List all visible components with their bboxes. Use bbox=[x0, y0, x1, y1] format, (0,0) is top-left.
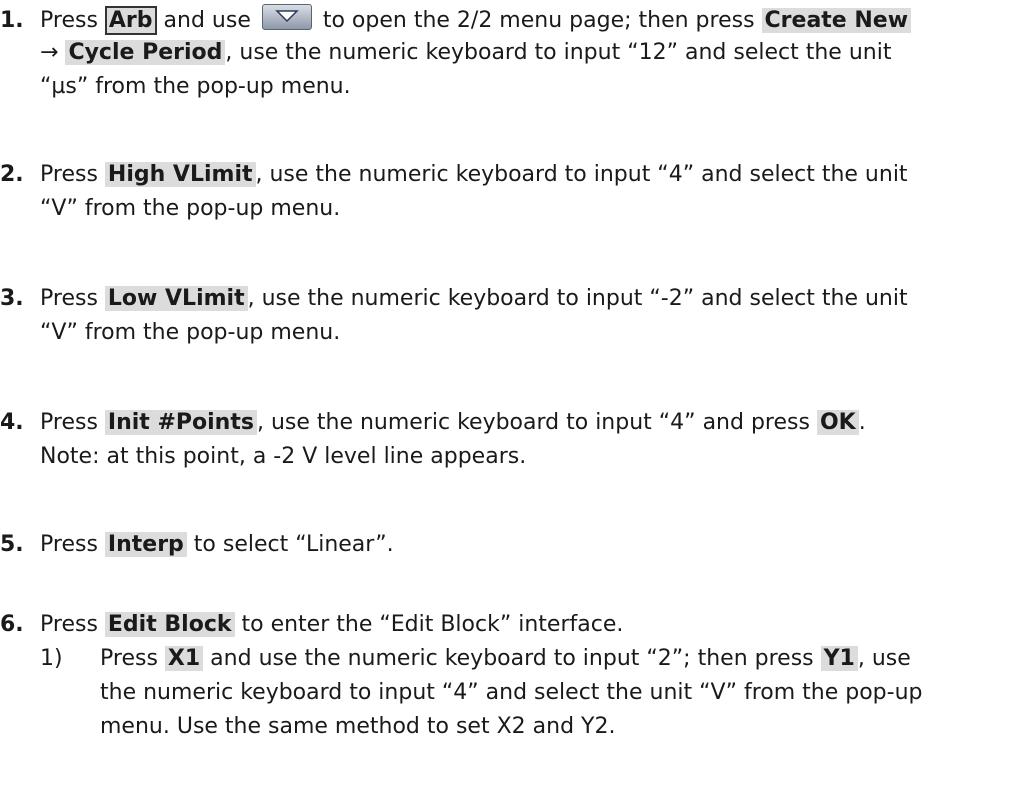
text: Press bbox=[40, 286, 105, 311]
step-5-line-1: 5. Press Interp to select “Linear”. bbox=[0, 530, 394, 560]
key-ok: OK bbox=[816, 410, 859, 435]
text: to enter the “Edit Block” interface. bbox=[234, 612, 624, 637]
down-arrow-icon bbox=[261, 4, 312, 30]
text: Press bbox=[40, 612, 105, 637]
text: Press bbox=[40, 8, 105, 33]
step-2-line-1: 2. Press High VLimit, use the numeric key… bbox=[0, 160, 908, 190]
step-1-line-1: 1. Press Arb and use to open the 2/2 menu… bbox=[0, 4, 912, 35]
key-init-points: Init #Points bbox=[104, 410, 257, 435]
text: , use the numeric keyboard to input “12”… bbox=[225, 40, 892, 65]
document-page: 1. Press Arb and use to open the 2/2 menu… bbox=[0, 0, 1026, 786]
key-x1: X1 bbox=[164, 646, 204, 671]
key-high-vlimit: High VLimit bbox=[104, 162, 256, 187]
text: , use the numeric keyboard to input “4” … bbox=[255, 162, 908, 187]
substep-number: 1) bbox=[40, 646, 63, 671]
text: Press bbox=[40, 532, 105, 557]
step-number: 3. bbox=[0, 286, 24, 311]
right-arrow-icon: → bbox=[40, 40, 66, 65]
text: to open the 2/2 menu page; then press bbox=[315, 8, 762, 33]
substep-1-line-3: menu. Use the same method to set X2 and … bbox=[100, 714, 616, 739]
substep-1-line-2: the numeric keyboard to input “4” and se… bbox=[100, 680, 923, 705]
text: to select “Linear”. bbox=[186, 532, 394, 557]
text: Press bbox=[40, 162, 105, 187]
key-cycle-period: Cycle Period bbox=[65, 40, 226, 65]
key-low-vlimit: Low VLimit bbox=[104, 286, 248, 311]
text: , use the numeric keyboard to input “4” … bbox=[256, 410, 817, 435]
step-number: 6. bbox=[0, 612, 24, 637]
key-interp: Interp bbox=[104, 532, 187, 557]
substep-1-line-1: 1) Press X1 and use the numeric keyboard … bbox=[40, 644, 911, 674]
step-6-line-1: 6. Press Edit Block to enter the “Edit Bl… bbox=[0, 610, 623, 640]
text: , use the numeric keyboard to input “-2”… bbox=[247, 286, 908, 311]
text: , use bbox=[857, 646, 911, 671]
step-number: 4. bbox=[0, 410, 24, 435]
step-4-line-1: 4. Press Init #Points, use the numeric ke… bbox=[0, 408, 866, 438]
text: Press bbox=[100, 646, 165, 671]
step-2-line-2: “V” from the pop-up menu. bbox=[40, 196, 341, 221]
key-create-new: Create New bbox=[761, 8, 912, 33]
step-3-line-2: “V” from the pop-up menu. bbox=[40, 320, 341, 345]
step-4-line-2: Note: at this point, a -2 V level line a… bbox=[40, 444, 527, 469]
key-arb: Arb bbox=[104, 6, 157, 35]
key-y1: Y1 bbox=[820, 646, 858, 671]
step-1-line-2: → Cycle Period, use the numeric keyboard… bbox=[40, 38, 891, 68]
text: Press bbox=[40, 410, 105, 435]
step-1-line-3: “µs” from the pop-up menu. bbox=[40, 74, 351, 99]
text: . bbox=[858, 410, 866, 435]
step-3-line-1: 3. Press Low VLimit, use the numeric keyb… bbox=[0, 284, 908, 314]
text: and use the numeric keyboard to input “2… bbox=[203, 646, 821, 671]
key-edit-block: Edit Block bbox=[104, 612, 235, 637]
step-number: 5. bbox=[0, 532, 24, 557]
step-number: 1. bbox=[0, 8, 24, 33]
step-number: 2. bbox=[0, 162, 24, 187]
text: and use bbox=[156, 8, 258, 33]
